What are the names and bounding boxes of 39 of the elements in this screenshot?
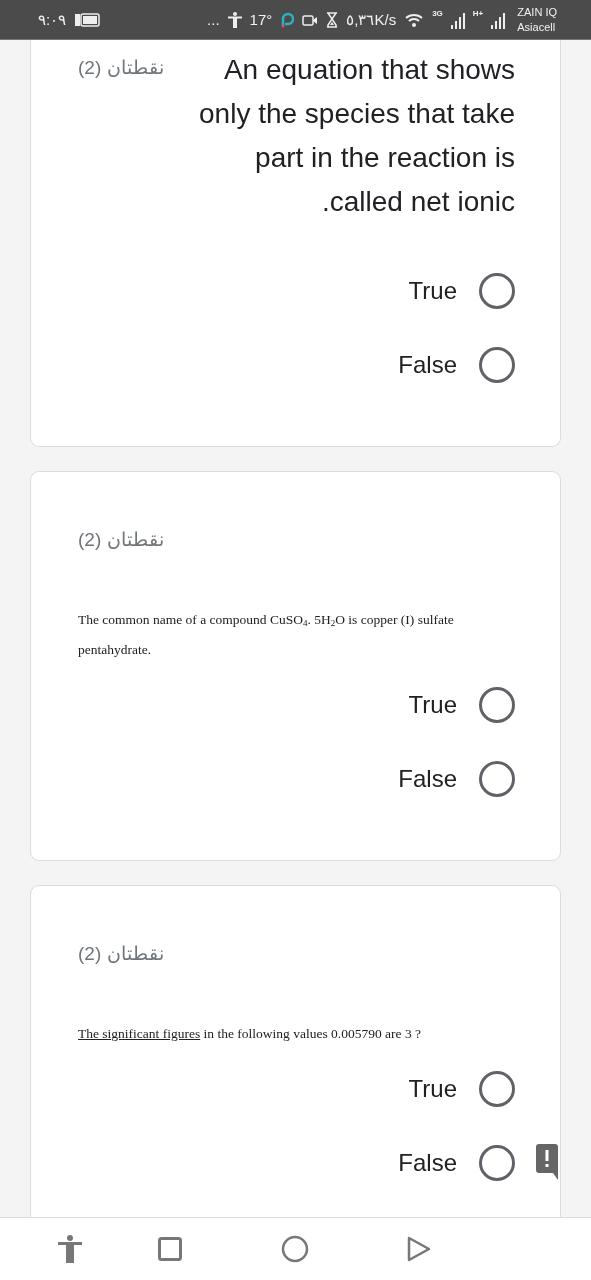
- recent-apps-icon[interactable]: [158, 1237, 182, 1261]
- wifi-icon: [404, 11, 425, 28]
- radio-button[interactable]: [479, 687, 515, 723]
- points-label: نقطتان (2): [78, 56, 164, 80]
- more-indicator: ...: [207, 11, 220, 28]
- option-label: True: [408, 691, 457, 719]
- option-label: False: [398, 1149, 457, 1177]
- network-type: H+: [472, 9, 484, 18]
- radio-button[interactable]: [479, 273, 515, 309]
- hourglass-icon: [326, 11, 339, 28]
- network-type: 3G: [432, 9, 443, 18]
- points-label: نقطتان (2): [78, 942, 164, 966]
- home-icon[interactable]: [281, 1235, 309, 1263]
- battery-icon: [74, 12, 101, 27]
- question-text: The common name of a compound CuSO$_{4}$. 5H$_{2}$O is copper (I) sulfate pentahydrate.: [78, 611, 455, 659]
- signal-icon: [491, 10, 506, 29]
- signal-icon: [450, 10, 465, 29]
- option-label: True: [408, 1075, 457, 1103]
- video-camera-icon: [302, 12, 319, 27]
- temperature: 17°: [249, 11, 273, 28]
- option-label: False: [398, 351, 457, 379]
- radio-button[interactable]: [479, 1071, 515, 1107]
- points-label: نقطتان (2): [78, 528, 164, 552]
- question-text: An equation that shows only the species that take part in the reaction is called net ionic.: [198, 53, 515, 219]
- option-label: True: [408, 277, 457, 305]
- alert-icon[interactable]: [536, 1144, 558, 1182]
- accessibility-icon[interactable]: [58, 1235, 82, 1263]
- network-speed: ٥,٣٦K/s: [346, 10, 397, 29]
- radio-button[interactable]: [479, 347, 515, 383]
- carrier-name: ZAIN IQ: [517, 4, 557, 20]
- radio-button[interactable]: [479, 761, 515, 797]
- carrier-name: Asiacell: [517, 19, 557, 35]
- back-icon[interactable]: [407, 1236, 431, 1262]
- accessibility-icon: [227, 11, 242, 28]
- radio-button[interactable]: [479, 1145, 515, 1181]
- question-text: The significant figures in the following values 0.005790 are 3 ?: [78, 1025, 423, 1043]
- option-label: False: [398, 765, 457, 793]
- app-logo-icon: [280, 11, 295, 28]
- clock: ٩:٠٩: [38, 10, 67, 29]
